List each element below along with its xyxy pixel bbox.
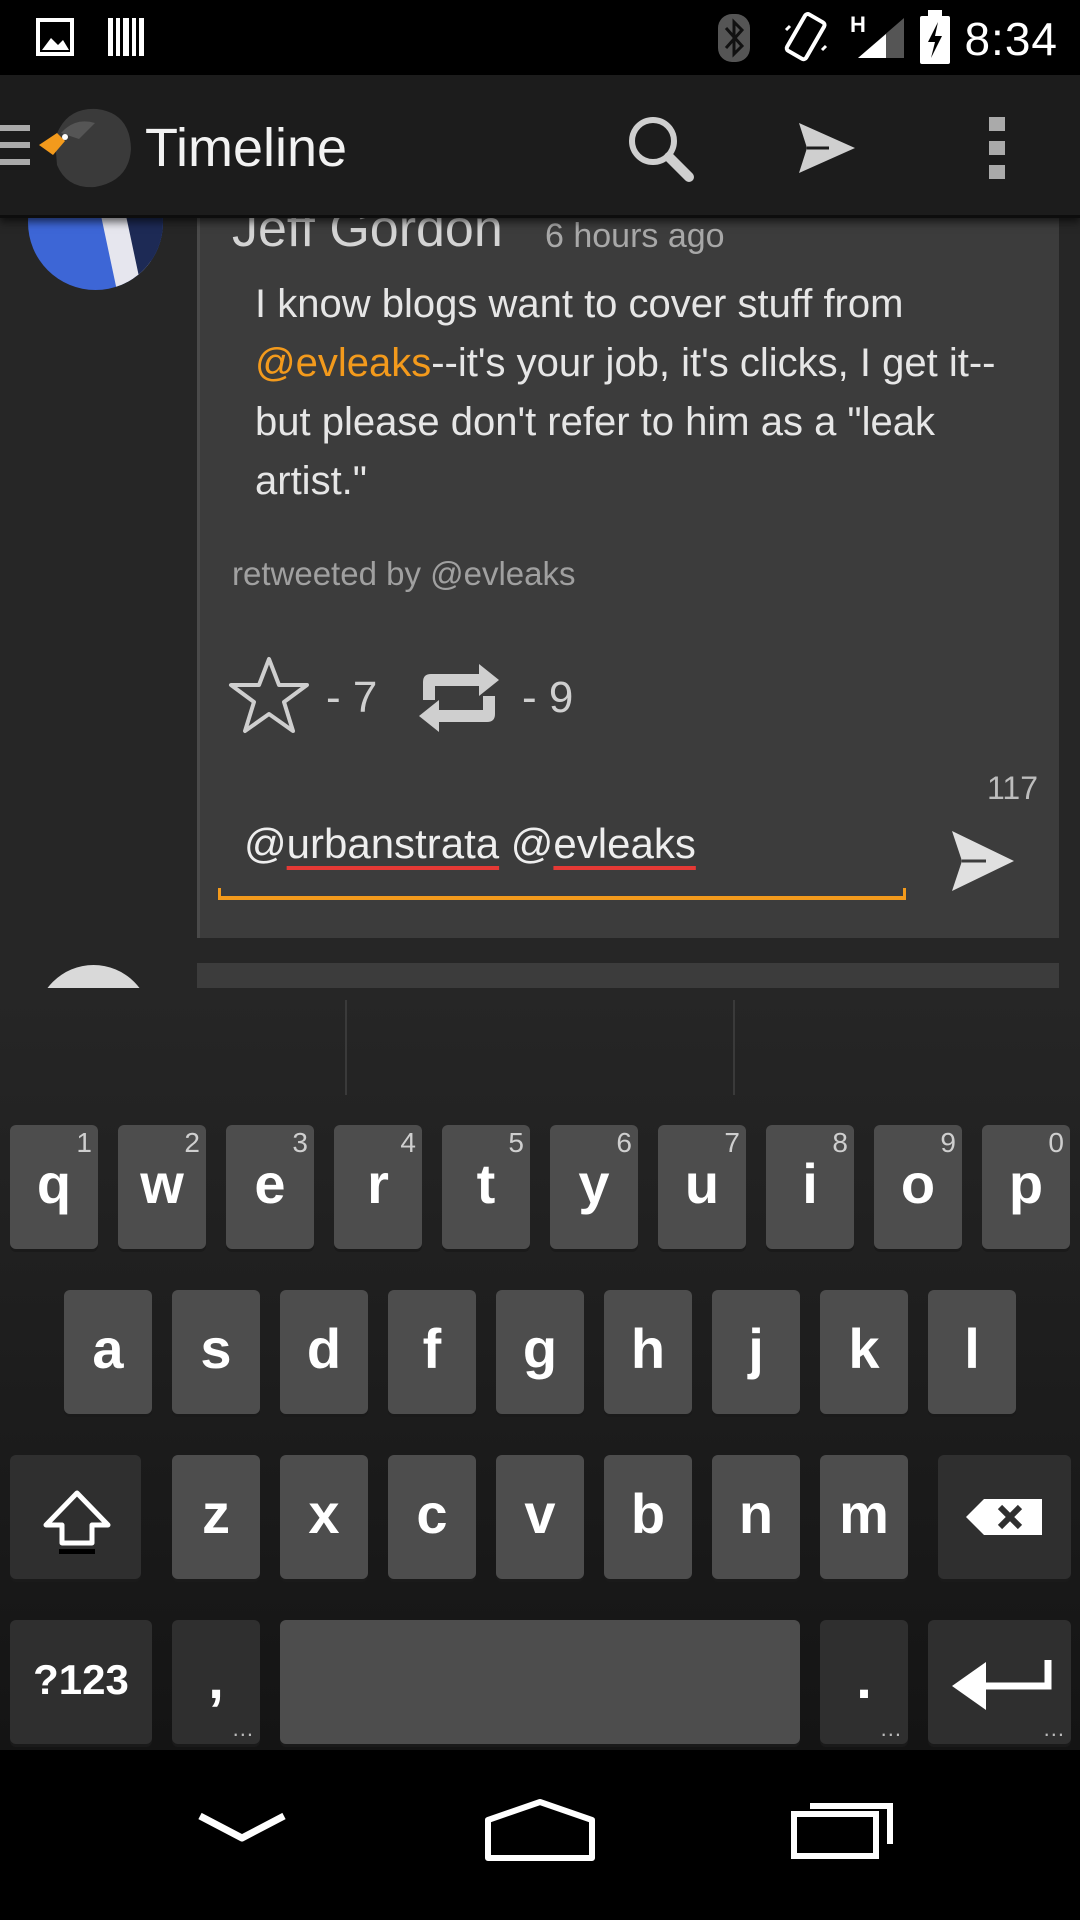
input-underline bbox=[218, 888, 906, 900]
key-d[interactable]: d bbox=[280, 1290, 368, 1414]
key-w[interactable]: w2 bbox=[118, 1125, 206, 1249]
key-g[interactable]: g bbox=[496, 1290, 584, 1414]
character-count: 117 bbox=[986, 770, 1038, 806]
key-f[interactable]: f bbox=[388, 1290, 476, 1414]
retweeted-by[interactable]: retweeted by @evleaks bbox=[232, 555, 576, 593]
send-icon[interactable] bbox=[795, 117, 857, 179]
timeline[interactable]: Jeff Gordon 6 hours ago I know blogs wan… bbox=[0, 215, 1080, 988]
tweet-card[interactable] bbox=[197, 963, 1059, 988]
barcode-icon bbox=[108, 18, 144, 56]
app-bar: Timeline bbox=[0, 75, 1080, 218]
key-r[interactable]: r4 bbox=[334, 1125, 422, 1249]
suggestion-strip[interactable] bbox=[0, 988, 1080, 1103]
key-y[interactable]: y6 bbox=[550, 1125, 638, 1249]
battery-charging-icon bbox=[920, 10, 950, 64]
home-icon[interactable] bbox=[484, 1798, 596, 1862]
drawer-toggle-icon[interactable] bbox=[0, 125, 30, 176]
key-z[interactable]: z bbox=[172, 1455, 260, 1579]
key-j[interactable]: j bbox=[712, 1290, 800, 1414]
mention-link[interactable]: @evleaks bbox=[255, 341, 431, 385]
key-c[interactable]: c bbox=[388, 1455, 476, 1579]
reply-text[interactable]: @urbanstrata @evleaks bbox=[244, 820, 696, 868]
favorite-count: - 7 bbox=[326, 673, 378, 722]
clock: 8:34 bbox=[964, 13, 1058, 65]
avatar[interactable] bbox=[28, 215, 163, 290]
app-logo-icon[interactable] bbox=[35, 99, 135, 191]
enter-key[interactable]: ... bbox=[928, 1620, 1071, 1744]
retweet-icon[interactable] bbox=[413, 660, 505, 736]
key-p[interactable]: p0 bbox=[982, 1125, 1070, 1249]
space-key[interactable] bbox=[280, 1620, 800, 1744]
key-o[interactable]: o9 bbox=[874, 1125, 962, 1249]
keyboard[interactable]: q1w2e3r4t5y6u7i8o9p0 asdfghjkl zxcvbnm ?… bbox=[0, 988, 1080, 1750]
key-a[interactable]: a bbox=[64, 1290, 152, 1414]
key-v[interactable]: v bbox=[496, 1455, 584, 1579]
recents-icon[interactable] bbox=[790, 1792, 896, 1862]
period-key[interactable]: . ... bbox=[820, 1620, 908, 1744]
key-i[interactable]: i8 bbox=[766, 1125, 854, 1249]
key-l[interactable]: l bbox=[928, 1290, 1016, 1414]
search-icon[interactable] bbox=[625, 113, 695, 183]
key-t[interactable]: t5 bbox=[442, 1125, 530, 1249]
key-k[interactable]: k bbox=[820, 1290, 908, 1414]
avatar[interactable] bbox=[36, 965, 151, 988]
key-s[interactable]: s bbox=[172, 1290, 260, 1414]
image-icon bbox=[36, 18, 74, 56]
overflow-menu-icon[interactable] bbox=[985, 115, 1009, 181]
key-x[interactable]: x bbox=[280, 1455, 368, 1579]
key-n[interactable]: n bbox=[712, 1455, 800, 1579]
tweet-author[interactable]: Jeff Gordon bbox=[232, 215, 503, 259]
symbols-key[interactable]: ?123 bbox=[10, 1620, 152, 1744]
page-title: Timeline bbox=[145, 118, 348, 178]
key-m[interactable]: m bbox=[820, 1455, 908, 1579]
comma-key[interactable]: , ... bbox=[172, 1620, 260, 1744]
back-icon[interactable] bbox=[196, 1808, 288, 1848]
key-u[interactable]: u7 bbox=[658, 1125, 746, 1249]
favorite-star-icon[interactable] bbox=[228, 655, 310, 735]
tweet-text: I know blogs want to cover stuff from @e… bbox=[255, 282, 996, 503]
tweet-timestamp: 6 hours ago bbox=[545, 217, 725, 255]
vibrate-icon bbox=[784, 12, 828, 62]
key-b[interactable]: b bbox=[604, 1455, 692, 1579]
reply-input[interactable]: @urbanstrata @evleaks bbox=[218, 800, 906, 900]
bluetooth-icon bbox=[718, 14, 750, 62]
key-h[interactable]: h bbox=[604, 1290, 692, 1414]
navigation-bar bbox=[0, 1750, 1080, 1920]
key-e[interactable]: e3 bbox=[226, 1125, 314, 1249]
key-q[interactable]: q1 bbox=[10, 1125, 98, 1249]
status-bar: H 8:34 bbox=[0, 0, 1080, 75]
backspace-key[interactable] bbox=[938, 1455, 1071, 1579]
signal-icon bbox=[858, 18, 904, 58]
shift-key[interactable] bbox=[10, 1455, 141, 1579]
send-reply-button[interactable] bbox=[948, 827, 1018, 895]
retweet-count: - 9 bbox=[522, 673, 574, 722]
